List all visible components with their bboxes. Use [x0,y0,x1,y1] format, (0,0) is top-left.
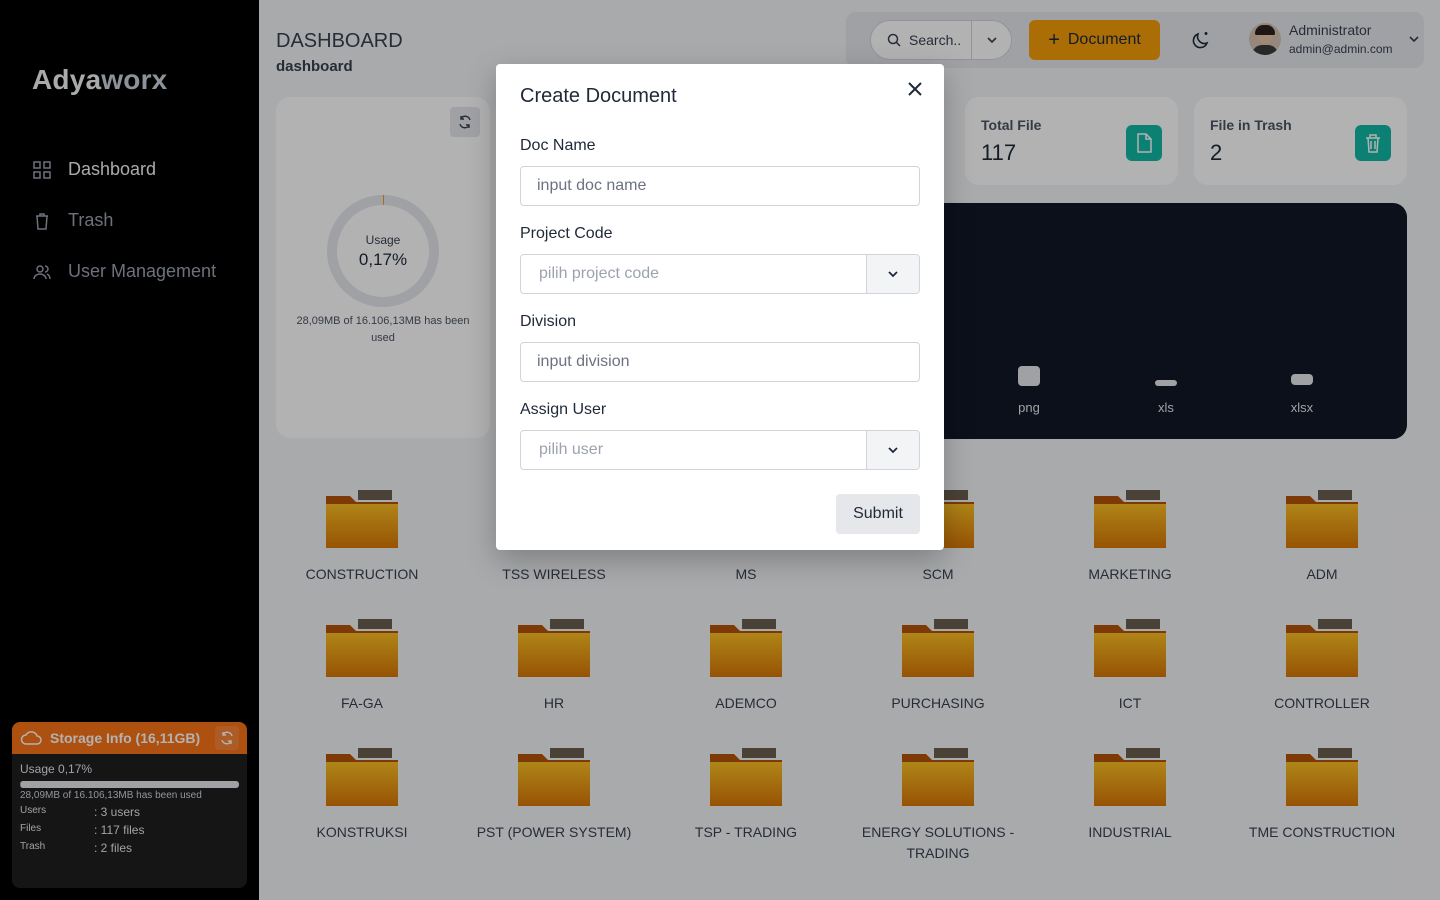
project-code-dropdown-toggle[interactable] [866,255,919,293]
project-code-label: Project Code [520,225,613,242]
doc-name-input[interactable] [520,166,920,206]
assign-user-label: Assign User [520,401,607,418]
modal-title: Create Document [520,85,677,107]
division-label: Division [520,313,577,330]
project-code-placeholder: pilih project code [539,265,660,282]
close-icon[interactable] [905,79,925,99]
assign-user-dropdown-toggle[interactable] [866,431,919,469]
create-document-modal: Create Document Doc Name Project Code pi… [496,64,944,550]
chevron-down-icon [888,271,898,278]
submit-button[interactable]: Submit [836,494,920,534]
assign-user-placeholder: pilih user [539,441,604,458]
doc-name-label: Doc Name [520,137,596,154]
assign-user-select[interactable]: pilih user [520,430,920,470]
project-code-select[interactable]: pilih project code [520,254,920,294]
chevron-down-icon [888,447,898,454]
division-input[interactable] [520,342,920,382]
